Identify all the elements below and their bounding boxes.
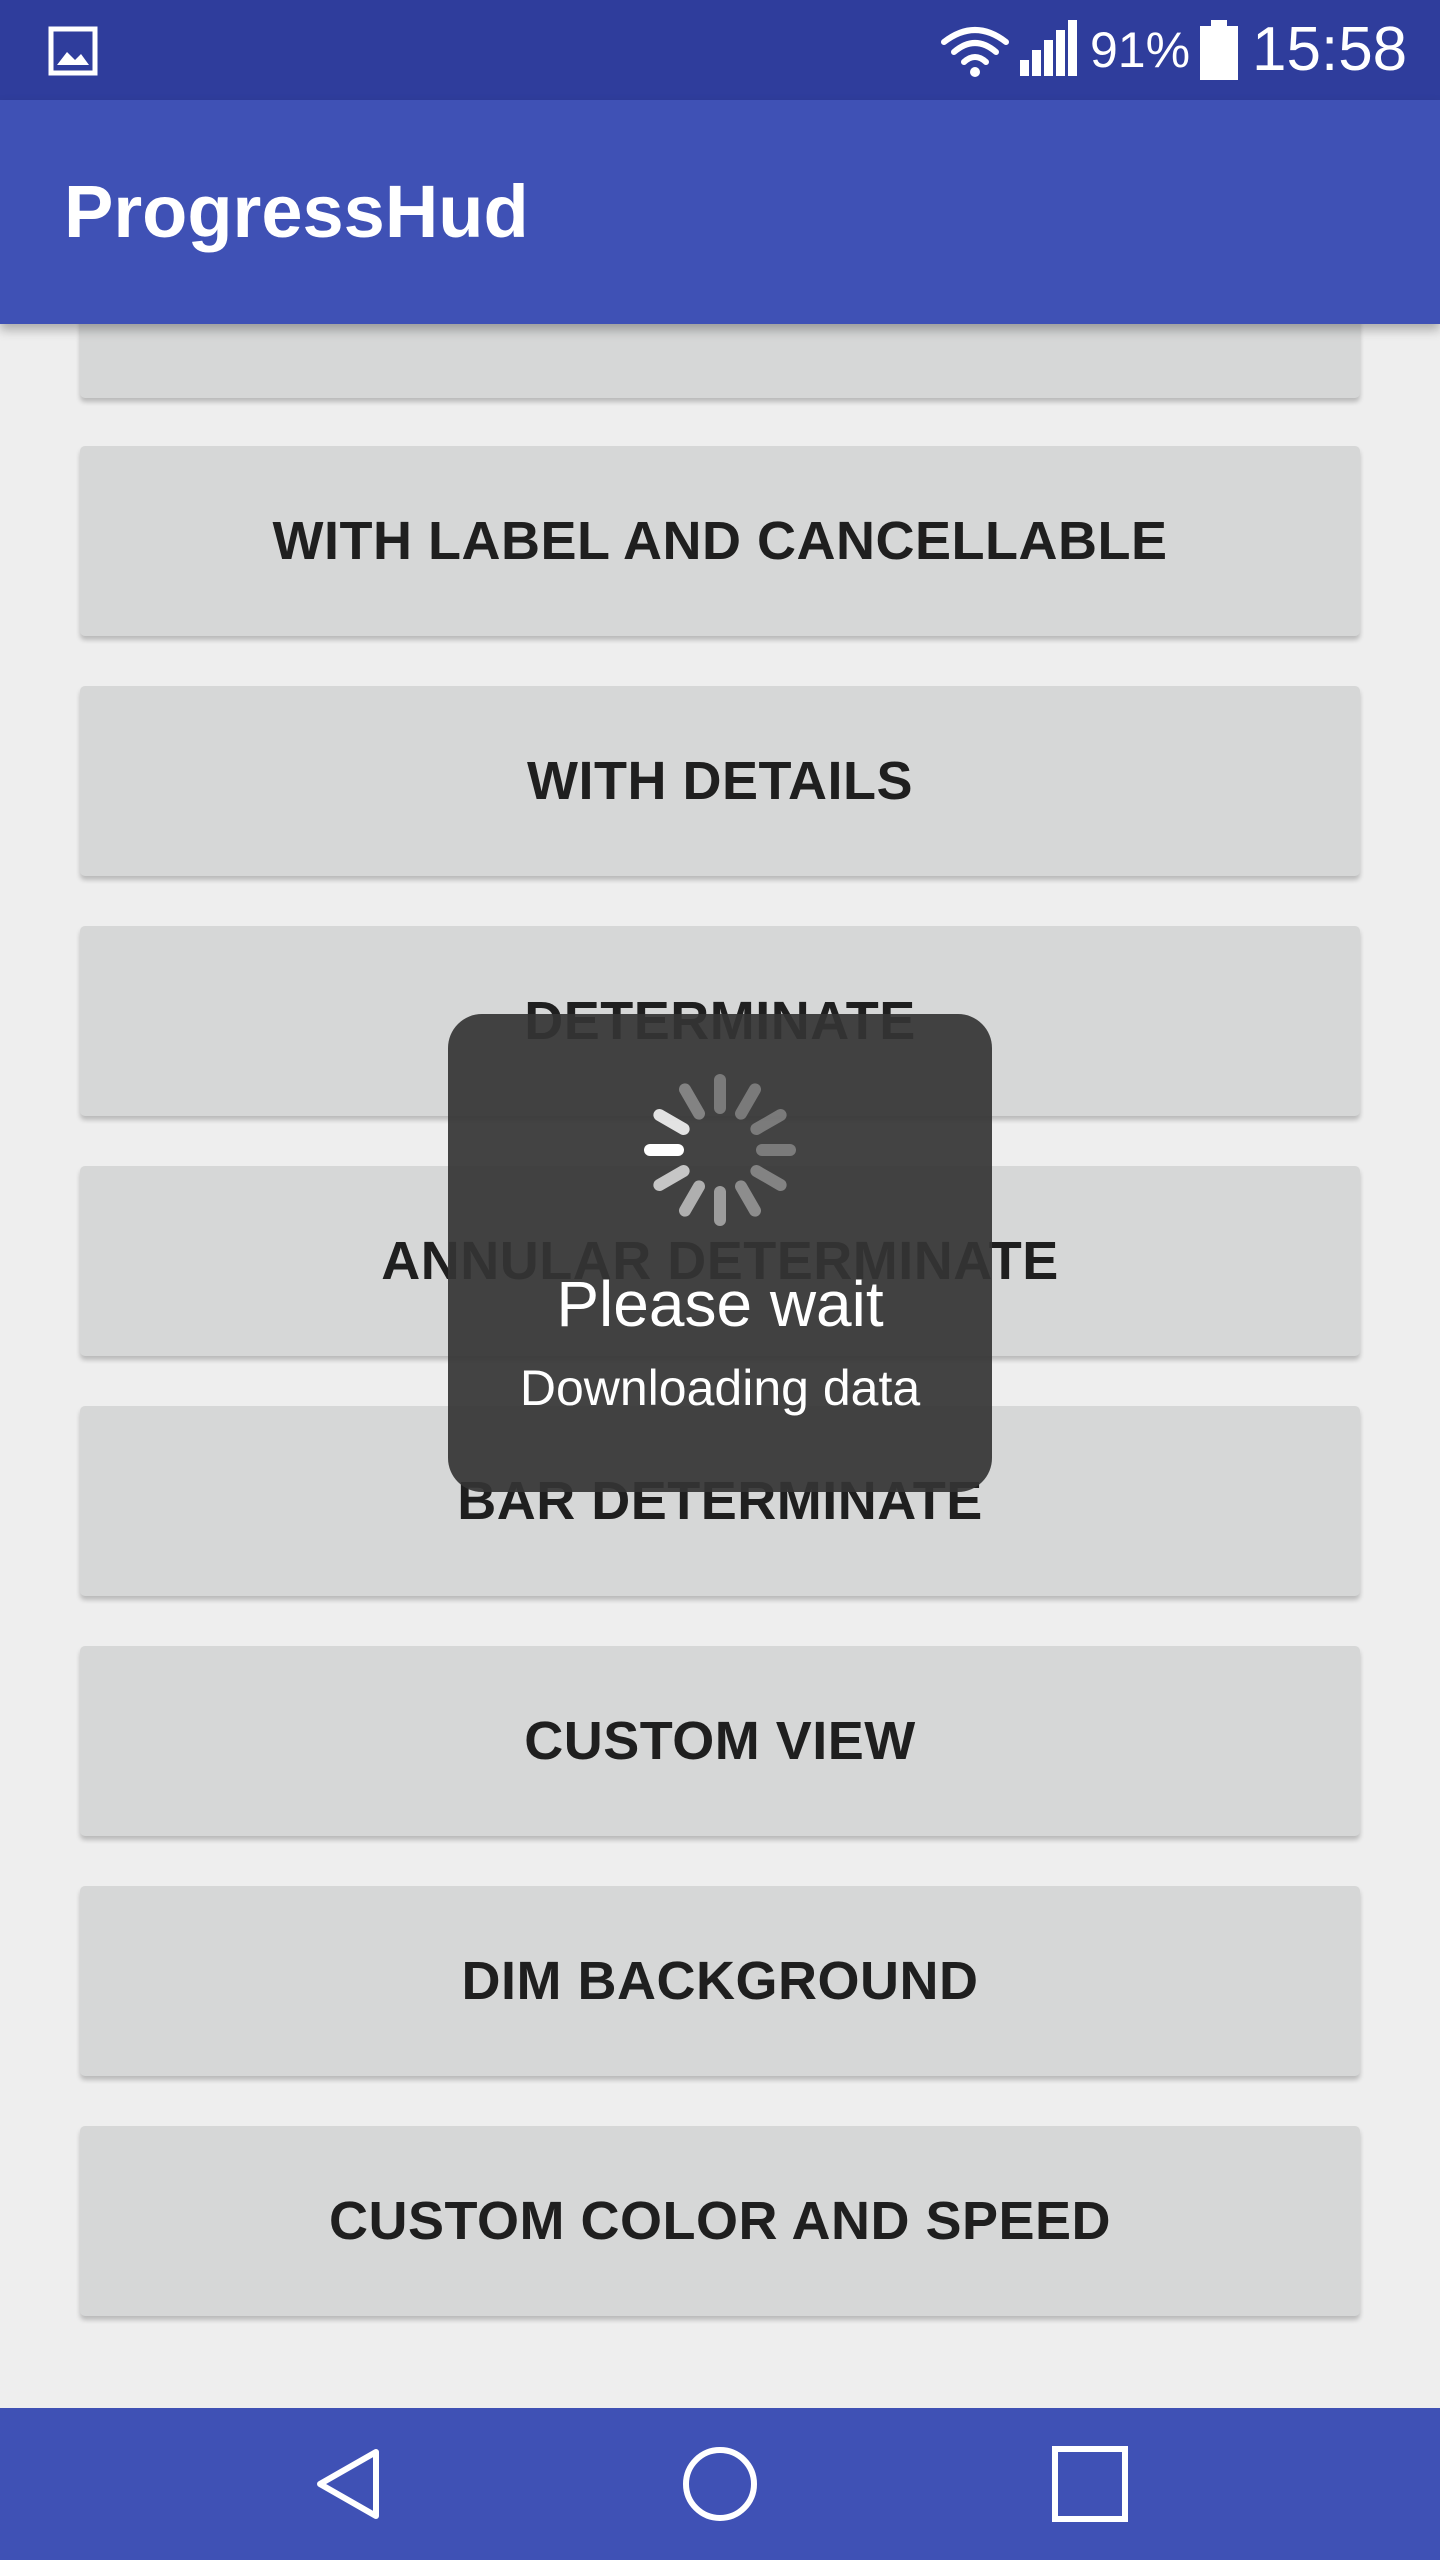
recents-icon — [1052, 2446, 1128, 2522]
with-details-button[interactable]: WITH DETAILS — [80, 686, 1360, 876]
wifi-icon — [941, 27, 1009, 77]
battery-icon — [1200, 20, 1238, 80]
dim-background-button[interactable]: DIM BACKGROUND — [80, 1886, 1360, 2076]
with-label-and-cancellable-button[interactable]: WITH LABEL AND CANCELLABLE — [80, 446, 1360, 636]
gallery-icon — [48, 26, 98, 76]
signal-icon — [1020, 20, 1077, 76]
battery-percent: 91% — [1090, 22, 1191, 78]
hud-detail: Downloading data — [519, 1360, 921, 1416]
app-bar: ProgressHud — [0, 100, 1440, 324]
status-bar: 91% 15:58 — [0, 0, 1440, 100]
recents-button[interactable] — [1030, 2424, 1150, 2544]
back-icon — [317, 2449, 379, 2519]
custom-view-button[interactable]: CUSTOM VIEW — [80, 1646, 1360, 1836]
custom-color-and-speed-button[interactable]: CUSTOM COLOR AND SPEED — [80, 2126, 1360, 2316]
back-button[interactable] — [290, 2424, 410, 2544]
hud-label: Please wait — [556, 1268, 884, 1340]
home-button[interactable] — [660, 2424, 780, 2544]
spinner-icon — [644, 1074, 796, 1226]
navigation-bar — [0, 2408, 1440, 2560]
home-icon — [683, 2447, 757, 2521]
clock: 15:58 — [1252, 15, 1408, 84]
progress-hud: Please wait Downloading data — [448, 1014, 992, 1492]
app-title: ProgressHud — [64, 170, 529, 253]
indeterminate-button[interactable]: INDETERMINATE — [80, 324, 1360, 398]
